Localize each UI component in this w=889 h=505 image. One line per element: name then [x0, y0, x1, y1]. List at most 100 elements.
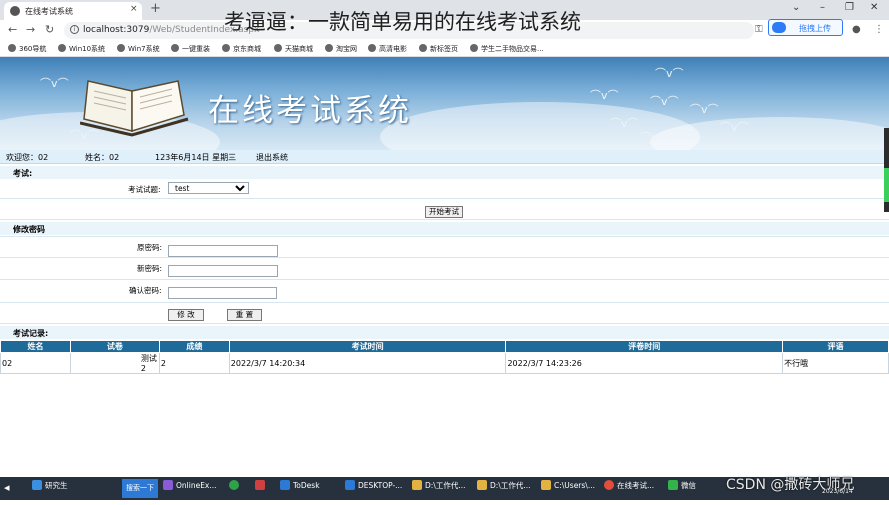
reload-icon[interactable]: ↻ — [45, 23, 54, 36]
profile-icon[interactable]: ● — [852, 24, 861, 35]
table-row: 02 测试2 2 2022/3/7 14:20:34 2022/3/7 14:2… — [0, 352, 889, 374]
bookmark-item[interactable]: 天猫商城 — [274, 44, 313, 54]
globe-icon — [274, 44, 282, 52]
date-text: 123年6月14日 星期三 — [155, 153, 237, 162]
bookmarks-bar: 360导航 Win10系统 Win7系统 一键重装 京东商城 天猫商城 淘宝网 … — [0, 41, 889, 57]
cloud-icon — [772, 22, 786, 33]
old-password-label: 原密码: — [137, 243, 163, 252]
watermark: CSDN @撒砖大师兄 — [726, 477, 855, 493]
taskbar-item[interactable]: 在线考试... — [604, 480, 654, 497]
ie-icon — [32, 480, 42, 490]
cell-exam-time: 2022/3/7 14:20:34 — [228, 352, 507, 374]
globe-icon — [8, 44, 16, 52]
globe-icon — [222, 44, 230, 52]
old-password-field[interactable] — [168, 245, 278, 257]
todesk-icon — [280, 480, 290, 490]
bookmark-item[interactable]: Win10系统 — [58, 44, 105, 54]
globe-icon — [470, 44, 478, 52]
taskbar-item[interactable]: ToDesk — [280, 480, 320, 497]
folder-icon — [412, 480, 422, 490]
modify-password-button[interactable]: 修 改 — [168, 309, 204, 321]
welcome-text: 欢迎您：02 — [6, 153, 49, 162]
site-banner: 在线考试系统 ⌒v⌒ ⌒v⌒ ⌒v⌒ ⌒v⌒ ⌒v⌒ ⌒v⌒ ⌒v⌒ ⌒v⌒ ⌒… — [0, 57, 889, 150]
new-password-label: 新密码: — [137, 264, 163, 273]
bird-icon: ⌒v⌒ — [640, 131, 669, 144]
start-exam-button[interactable]: 开始考试 — [425, 206, 463, 218]
password-section-header: 修改密码 — [0, 222, 889, 235]
globe-icon — [58, 44, 66, 52]
bird-icon: ⌒v⌒ — [655, 67, 684, 80]
bookmark-item[interactable]: 京东商城 — [222, 44, 261, 54]
taskbar-item[interactable]: C:\Users\... — [541, 480, 595, 497]
bookmark-item[interactable]: Win7系统 — [117, 44, 160, 54]
browser-tab[interactable]: 在线考试系统 × — [4, 2, 142, 20]
bookmark-item[interactable]: 360导航 — [8, 44, 46, 54]
globe-icon — [10, 6, 20, 16]
reset-button[interactable]: 重 置 — [227, 309, 262, 321]
restore-button[interactable]: ❐ — [845, 2, 854, 13]
column-header: 试卷 — [69, 340, 160, 353]
taskbar-item[interactable]: 微信 — [668, 480, 696, 497]
bookmark-item[interactable]: 高清电影 — [368, 44, 407, 54]
column-header: 评语 — [782, 340, 889, 353]
exam-select[interactable]: test — [168, 182, 249, 194]
bookmark-item[interactable]: 一键重装 — [171, 44, 210, 54]
upload-button[interactable]: 拖拽上传 — [768, 19, 843, 36]
wechat-icon — [668, 480, 678, 490]
chrome-icon — [604, 480, 614, 490]
exam-section-header: 考试: — [0, 166, 889, 179]
bookmark-item[interactable]: 学生二手物品交易... — [470, 44, 544, 54]
globe-icon — [171, 44, 179, 52]
confirm-password-field[interactable] — [168, 287, 277, 299]
cell-score: 2 — [158, 352, 230, 374]
column-header: 评卷时间 — [505, 340, 784, 353]
column-header: 成绩 — [158, 340, 230, 353]
key-icon[interactable]: ⚿ — [755, 24, 763, 35]
taskbar-item[interactable] — [229, 480, 242, 497]
bird-icon: ⌒v⌒ — [70, 129, 99, 142]
taskbar-item[interactable] — [255, 480, 268, 497]
tab-search-icon[interactable]: ⌄ — [792, 2, 800, 13]
cell-paper: 测试2 — [69, 352, 160, 374]
globe-icon — [117, 44, 125, 52]
globe-icon — [368, 44, 376, 52]
cell-review-time: 2022/3/7 14:23:26 — [505, 352, 784, 374]
bookmark-item[interactable]: 新标签页 — [419, 44, 458, 54]
minimize-button[interactable]: – — [820, 2, 825, 13]
folder-icon — [541, 480, 551, 490]
taskbar-item[interactable]: OnlineEx... — [163, 480, 217, 497]
exam-records-table: 姓名 试卷 成绩 考试时间 评卷时间 评语 02 测试2 2 2022/3/7 … — [0, 340, 889, 374]
taskbar-item[interactable]: D:\工作代... — [412, 480, 465, 497]
user-info-bar: 欢迎您：02 姓名：02 123年6月14日 星期三 退出系统 — [0, 150, 889, 164]
bird-icon: ⌒v⌒ — [40, 77, 69, 90]
remote-desktop-icon — [345, 480, 355, 490]
menu-icon[interactable]: ⋮ — [874, 24, 884, 35]
taskbar-item[interactable]: D:\工作代... — [477, 480, 530, 497]
logout-link[interactable]: 退出系统 — [256, 152, 288, 163]
tab-close-icon[interactable]: × — [130, 4, 138, 14]
bookmark-item[interactable]: 淘宝网 — [325, 44, 357, 54]
new-password-field[interactable] — [168, 265, 278, 277]
forward-icon[interactable]: → — [26, 23, 35, 36]
back-icon[interactable]: ← — [8, 23, 17, 36]
bird-icon: ⌒v⌒ — [650, 95, 679, 108]
new-tab-button[interactable]: + — [150, 1, 161, 16]
info-icon[interactable]: i — [70, 25, 79, 34]
app-icon — [229, 480, 239, 490]
taskbar-start-item[interactable]: 研究生 — [32, 480, 68, 497]
taskbar-search[interactable]: 搜索一下 — [122, 479, 158, 498]
bird-icon: ⌒v⌒ — [590, 89, 619, 102]
exam-select-label: 考试试题: — [128, 185, 161, 194]
table-header-row: 姓名 试卷 成绩 考试时间 评卷时间 评语 — [0, 340, 889, 353]
column-header: 考试时间 — [228, 340, 507, 353]
vs-icon — [163, 480, 173, 490]
banner-title: 在线考试系统 — [208, 93, 412, 129]
column-header: 姓名 — [0, 340, 71, 353]
tab-title: 在线考试系统 — [25, 7, 73, 16]
taskbar-item[interactable]: DESKTOP-... — [345, 480, 402, 497]
records-section-header: 考试记录: — [0, 326, 889, 339]
user-name-text: 姓名：02 — [85, 153, 120, 162]
bird-icon: ⌒v⌒ — [720, 121, 749, 134]
close-window-button[interactable]: ✕ — [870, 2, 878, 13]
start-icon[interactable]: ◂ — [4, 481, 10, 498]
